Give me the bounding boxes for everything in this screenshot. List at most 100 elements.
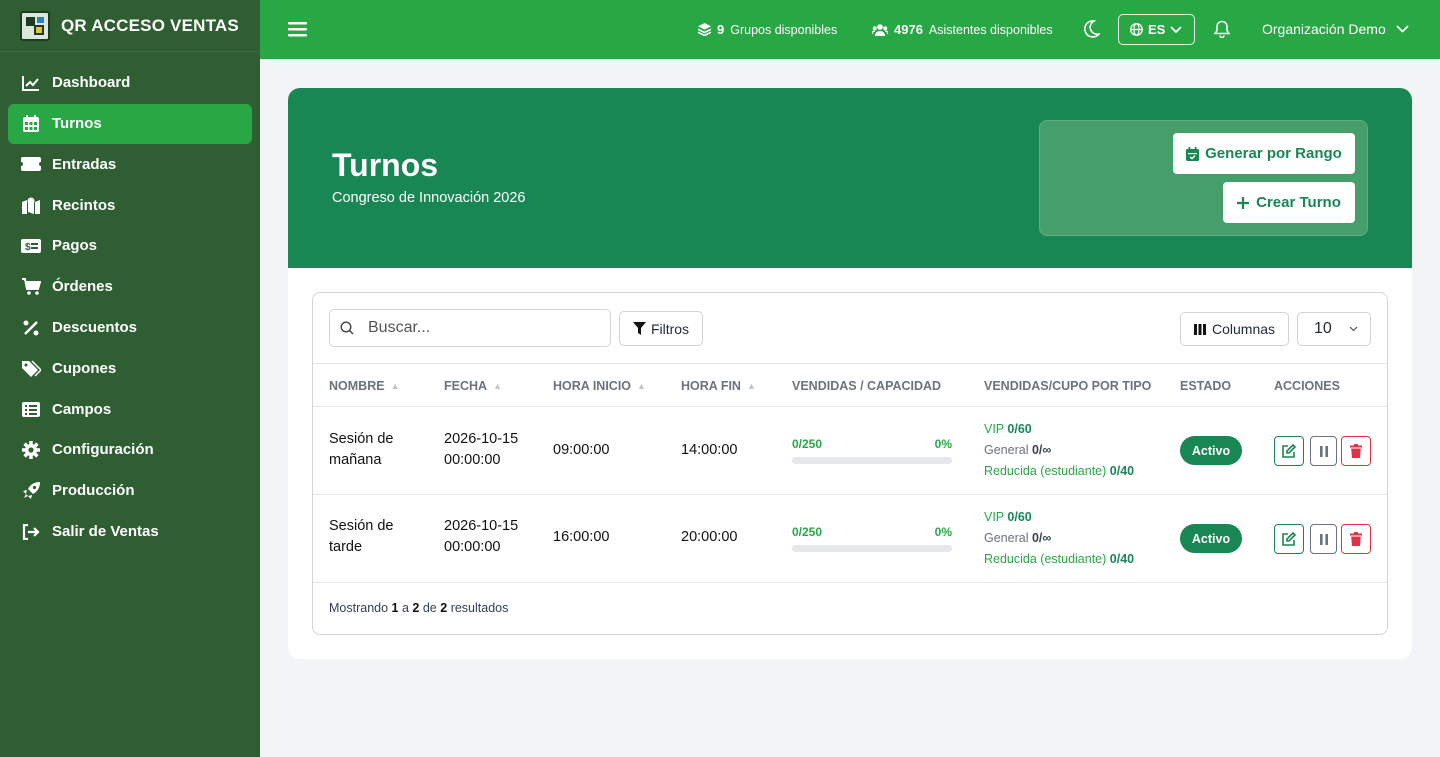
sidebar: QR ACCESO VENTAS Dashboard Turnos Entrad… [0, 0, 260, 757]
header-actions: Generar por Rango Crear Turno [1039, 120, 1368, 236]
capacity-progress: 0/250 0% [792, 525, 952, 552]
edit-button[interactable] [1274, 436, 1304, 466]
turno-date: 2026-10-15 00:00:00 [444, 516, 518, 558]
sidebar-item-descuentos[interactable]: Descuentos [8, 308, 252, 348]
sold-percent: 0% [934, 525, 952, 539]
column-header-fecha[interactable]: FECHA ▲ [444, 379, 502, 393]
moon-icon[interactable] [1082, 20, 1100, 38]
generate-range-button[interactable]: Generar por Rango [1173, 133, 1355, 174]
sign-out-icon [20, 521, 42, 543]
sidebar-item-label: Salir de Ventas [52, 523, 159, 541]
organization-name: Organización Demo [1262, 21, 1386, 37]
column-header-nombre[interactable]: NOMBRE ▲ [329, 379, 399, 393]
filters-label: Filtros [650, 320, 690, 337]
search-input[interactable] [368, 319, 588, 337]
language-selector[interactable]: ES [1118, 14, 1195, 45]
turno-name-line: mañana [329, 452, 382, 468]
sidebar-item-campos[interactable]: Campos [8, 389, 252, 429]
type-quota-vip: VIP 0/60 [984, 419, 1134, 440]
sidebar-item-cupones[interactable]: Cupones [8, 348, 252, 388]
turno-start: 09:00:00 [553, 442, 610, 458]
header-label: ESTADO [1180, 379, 1232, 393]
sidebar-item-ordenes[interactable]: Órdenes [8, 267, 252, 307]
summary-to: 2 [412, 601, 420, 615]
groups-stat: 9 Grupos disponibles [698, 22, 837, 37]
chevron-down-icon [1396, 25, 1409, 33]
bell-icon[interactable] [1214, 20, 1230, 38]
delete-button[interactable] [1341, 524, 1371, 554]
turno-start: 16:00:00 [553, 529, 610, 545]
sold-capacity: 0/250 [792, 437, 823, 451]
sidebar-item-entradas[interactable]: Entradas [8, 144, 252, 184]
turno-date: 2026-10-15 00:00:00 [444, 429, 518, 471]
brand[interactable]: QR ACCESO VENTAS [0, 0, 260, 52]
type-name: General [984, 443, 1029, 457]
delete-button[interactable] [1341, 436, 1371, 466]
pause-icon [1319, 445, 1328, 457]
header-label: HORA INICIO [553, 379, 632, 393]
turno-name: Sesión de mañana [329, 429, 394, 471]
groups-label: Grupos disponibles [730, 22, 838, 37]
summary-from: 1 [391, 601, 399, 615]
topbar: 9 Grupos disponibles 4976 Asistentes dis… [260, 0, 1440, 59]
organization-menu[interactable]: Organización Demo [1262, 21, 1409, 37]
column-header-vendidas: VENDIDAS / CAPACIDAD [792, 379, 941, 393]
percent-icon [20, 317, 42, 339]
sort-icon: ▲ [637, 381, 646, 391]
menu-toggle-icon[interactable] [288, 20, 308, 38]
header-label: HORA FIN [681, 379, 741, 393]
table-row[interactable]: Sesión de tarde 2026-10-15 00:00:00 16:00:… [313, 495, 1387, 583]
sidebar-item-produccion[interactable]: Producción [8, 471, 252, 511]
ticket-type-quotas: VIP 0/60 General 0/∞ Reducida (estudiant… [984, 507, 1134, 570]
type-name: Reducida (estudiante) [984, 464, 1107, 478]
sidebar-item-recintos[interactable]: Recintos [8, 185, 252, 225]
list-icon [20, 398, 42, 420]
sidebar-item-dashboard[interactable]: Dashboard [8, 63, 252, 103]
sidebar-item-label: Producción [52, 482, 135, 500]
sort-icon: ▲ [746, 381, 756, 391]
create-turno-button[interactable]: Crear Turno [1223, 182, 1355, 223]
edit-button[interactable] [1274, 524, 1304, 554]
app-title: QR ACCESO VENTAS [61, 15, 239, 35]
chevron-down-icon [1349, 326, 1358, 332]
sidebar-item-configuracion[interactable]: Configuración [8, 430, 252, 470]
type-quota-reducida: Reducida (estudiante) 0/40 [984, 549, 1134, 570]
filters-button[interactable]: Filtros [619, 311, 703, 346]
column-header-hora-inicio[interactable]: HORA INICIO ▲ [553, 379, 646, 393]
tags-icon [20, 357, 42, 379]
sidebar-item-label: Cupones [52, 359, 117, 377]
filter-icon [632, 322, 646, 335]
column-header-hora-fin[interactable]: HORA FIN ▲ [681, 379, 756, 393]
sidebar-item-label: Pagos [52, 237, 98, 255]
page-title: Turnos [332, 147, 439, 183]
attendees-count: 4976 [894, 22, 923, 37]
type-quota-general: General 0/∞ [984, 440, 1134, 461]
turno-date-line: 2026-10-15 [444, 518, 519, 534]
globe-icon [1130, 23, 1143, 36]
type-value: 0/40 [1109, 552, 1135, 566]
sidebar-item-salir[interactable]: Salir de Ventas [8, 512, 252, 552]
pause-button[interactable] [1310, 524, 1337, 554]
progress-bar [792, 457, 952, 464]
turno-name-line: Sesión de [329, 431, 394, 447]
table-row[interactable]: Sesión de mañana 2026-10-15 00:00:00 09:00… [313, 407, 1387, 495]
type-name: General [984, 531, 1029, 545]
header-label: NOMBRE [329, 379, 385, 393]
attendees-label: Asistentes disponibles [928, 22, 1053, 37]
pagination-summary: Mostrando 1 a 2 de 2 resultados [329, 601, 508, 615]
sidebar-item-turnos[interactable]: Turnos [8, 103, 252, 144]
attendees-stat: 4976 Asistentes disponibles [872, 22, 1053, 37]
sidebar-item-pagos[interactable]: $ Pagos [8, 226, 252, 266]
per-page-select[interactable]: 10 [1297, 312, 1371, 346]
type-name: VIP [984, 510, 1004, 524]
pause-button[interactable] [1310, 436, 1337, 466]
type-value: 0/∞ [1031, 443, 1052, 457]
chevron-down-icon [1170, 25, 1182, 34]
turno-date-line: 2026-10-15 [444, 431, 519, 447]
calendar-icon [20, 113, 42, 135]
rocket-icon [20, 480, 42, 502]
sidebar-item-label: Turnos [52, 115, 102, 133]
language-code: ES [1148, 22, 1166, 37]
columns-button[interactable]: Columnas [1180, 312, 1289, 346]
type-value: 0/60 [1007, 510, 1032, 524]
